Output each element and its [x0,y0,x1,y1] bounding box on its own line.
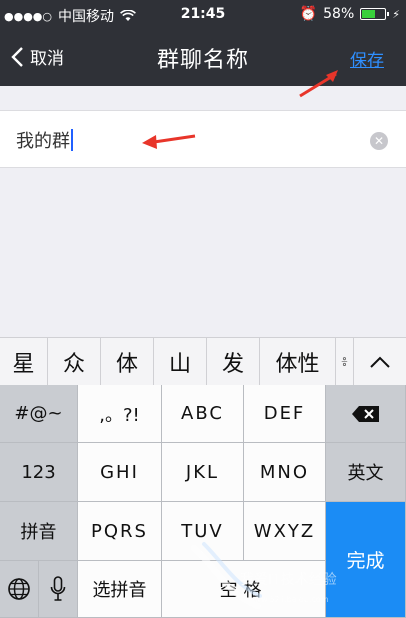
chevron-up-icon [370,356,390,368]
candidate-item[interactable]: 体性 [260,338,336,386]
clear-icon[interactable]: ✕ [370,132,388,150]
alarm-icon: ⏰ [299,6,318,22]
watermark-url: www.52ij.baidu.com [248,595,329,604]
select-pinyin-key[interactable]: 选拼音 [78,561,162,618]
page-title: 群聊名称 [156,48,249,73]
globe-icon [8,578,30,600]
def-key[interactable]: DEF [244,385,326,443]
punctuation-key[interactable]: ,。?! [78,385,162,443]
globe-key[interactable] [0,561,39,618]
symbols-key[interactable]: #@~ [0,385,78,443]
group-name-value: 我的群 [16,131,70,152]
pqrs-key[interactable]: PQRS [78,502,162,561]
jkl-key[interactable]: JKL [162,443,244,502]
candidate-item[interactable]: 星 [0,338,48,386]
delete-key[interactable] [326,385,406,443]
battery-percent: 58% [323,6,355,22]
numbers-key[interactable]: 123 [0,443,78,502]
text-caret [71,129,73,151]
nav-bar: 取消 群聊名称 保存 [0,30,406,86]
candidate-bar: 星 众 体 山 发 体性 ៖ [0,337,406,386]
watermark-text: 我爱IT技术经验 [240,572,337,588]
pinyin-key[interactable]: 拼音 [0,502,78,561]
candidate-item[interactable]: 发 [207,338,260,386]
group-name-field[interactable]: 我的群 ✕ [0,110,406,168]
candidate-item[interactable]: 体 [101,338,154,386]
watermark-logo: 我爱IT技术经验 www.52ij.baidu.com [188,540,388,614]
status-bar: ●●●●○ 中国移动 21:45 ⏰ 58% ⚡ [0,0,406,30]
backspace-icon [351,405,379,422]
candidate-item[interactable]: 山 [154,338,207,386]
group-name-input[interactable]: 我的群 [16,127,73,153]
microphone-icon [50,576,66,601]
collapse-candidates-button[interactable] [354,338,406,386]
status-right: ⏰ 58% ⚡ [300,6,400,22]
english-key[interactable]: 英文 [326,443,406,502]
candidate-item[interactable]: ៖ [336,338,354,386]
mno-key[interactable]: MNO [244,443,326,502]
annotation-arrow-save [299,70,338,98]
ghi-key[interactable]: GHI [78,443,162,502]
candidate-item[interactable]: 众 [48,338,101,386]
annotation-arrow-input [142,134,196,149]
top-bar: ●●●●○ 中国移动 21:45 ⏰ 58% ⚡ 取消 群聊名称 保存 [0,0,406,86]
abc-key[interactable]: ABC [162,385,244,443]
battery-icon [360,8,390,20]
save-button[interactable]: 保存 [350,46,384,71]
microphone-key[interactable] [39,561,78,618]
charging-icon: ⚡ [392,7,400,21]
